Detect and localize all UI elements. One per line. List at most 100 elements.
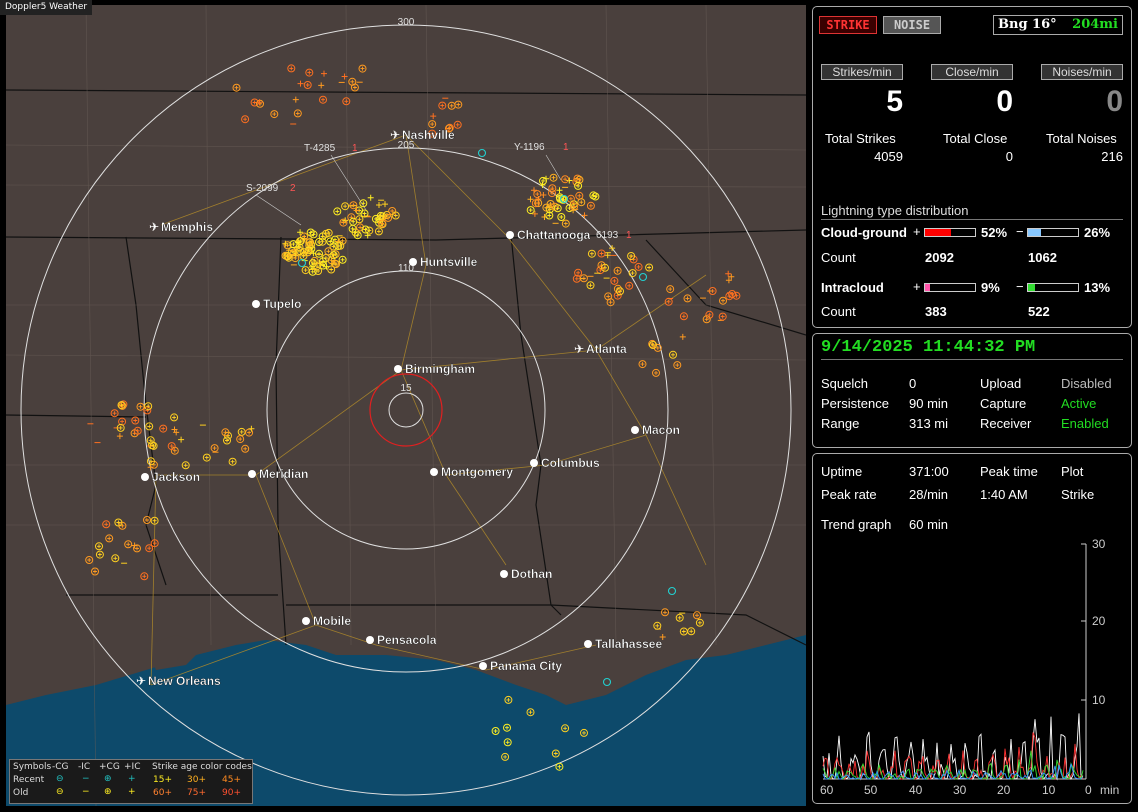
- peak-time-value: 1:40 AM: [980, 487, 1028, 502]
- bearing-readout: Bng 16° 204mi: [993, 15, 1123, 35]
- city-nashville: ✈ Nashville: [390, 128, 455, 142]
- city-dot: [584, 640, 592, 648]
- x-tick: 10: [1042, 783, 1056, 797]
- city-dot: [252, 300, 260, 308]
- age-recent-2: 30+: [187, 775, 206, 785]
- strike-button[interactable]: STRIKE: [819, 16, 877, 34]
- noise-button[interactable]: NOISE: [883, 16, 941, 34]
- upload-value: Disabled: [1061, 376, 1112, 391]
- plot-label: Plot: [1061, 464, 1084, 479]
- city-dot: [248, 470, 256, 478]
- uptime-value: 371:00: [909, 464, 949, 479]
- legend-neg-ic: -IC: [78, 762, 91, 772]
- city-dot: [506, 231, 514, 239]
- map-canvas[interactable]: 300 205 110 15 T-4285 1 Y-1196 1 S-2099 …: [6, 5, 806, 806]
- city-label: New Orleans: [148, 674, 221, 688]
- close-per-min-button[interactable]: Close/min: [931, 64, 1013, 80]
- city-label: Panama City: [490, 659, 562, 673]
- strikes-per-min-button[interactable]: Strikes/min: [821, 64, 903, 80]
- city-dot: [430, 468, 438, 476]
- city-memphis: ✈ Memphis: [149, 220, 214, 234]
- cg-positive-pct: 52%: [981, 225, 1008, 240]
- x-tick: 60: [820, 783, 834, 797]
- range-label: Range: [821, 416, 860, 431]
- persistence-value: 90 min: [909, 396, 949, 411]
- city-columbus: Columbus: [530, 456, 600, 470]
- city-dot: [302, 617, 310, 625]
- trend-graph: 30 20 10 60 50 40 30 20 10 0 min: [820, 537, 1119, 797]
- intracloud-label: Intracloud: [821, 280, 884, 295]
- ic-positive-count: 383: [925, 304, 947, 319]
- cg-negative-pct: 26%: [1084, 225, 1111, 240]
- city-panama-city: Panama City: [479, 659, 563, 673]
- city-label: Montgomery: [441, 465, 513, 479]
- app-title: Doppler5 Weather: [0, 0, 93, 15]
- ic-negative-count: 522: [1028, 304, 1050, 319]
- city-chattanooga: Chattanooga: [506, 228, 591, 242]
- city-label: Chattanooga: [517, 228, 591, 242]
- city-label: Memphis: [161, 220, 213, 234]
- legend-age-title: Strike age color codes: [152, 762, 252, 772]
- city-label: Birmingham: [405, 362, 475, 376]
- storm-count: 1: [352, 143, 358, 154]
- city-label: Huntsville: [420, 255, 478, 269]
- upload-label: Upload: [980, 376, 1022, 391]
- city-dot: [394, 365, 402, 373]
- city-dot: [141, 473, 149, 481]
- bearing-value: Bng 16°: [998, 17, 1057, 32]
- y-tick: 20: [1092, 614, 1106, 628]
- total-strikes-value: 4059: [874, 149, 903, 164]
- divider: [821, 359, 1123, 360]
- city-atlanta: ✈ Atlanta: [574, 342, 627, 356]
- status-panel: 9/14/2025 11:44:32 PM Squelch 0 Upload D…: [812, 333, 1132, 448]
- trend-graph-value: 60 min: [909, 517, 949, 532]
- y-tick: 10: [1092, 693, 1106, 707]
- receiver-value: Enabled: [1061, 416, 1109, 431]
- divider: [821, 219, 1123, 220]
- x-tick: 30: [953, 783, 967, 797]
- legend-pos-ic: +IC: [124, 762, 141, 772]
- x-tick: 40: [909, 783, 923, 797]
- pos-cg-old-icon: ⊕: [104, 787, 112, 797]
- city-birmingham: Birmingham: [394, 362, 475, 376]
- total-strikes-label: Total Strikes: [825, 131, 896, 146]
- legend-symbols-label: Symbols: [13, 762, 52, 772]
- city-label: Macon: [642, 423, 680, 437]
- lightning-map[interactable]: 300 205 110 15 T-4285 1 Y-1196 1 S-2099 …: [6, 5, 806, 806]
- city-label: Atlanta: [586, 342, 627, 356]
- squelch-label: Squelch: [821, 376, 868, 391]
- minus-icon: −: [1016, 224, 1024, 239]
- storm-count: 1: [563, 142, 569, 153]
- trend-panel: Uptime 371:00 Peak time Plot Peak rate 2…: [812, 453, 1132, 804]
- total-close-label: Total Close: [943, 131, 1008, 146]
- total-close-value: 0: [1005, 149, 1013, 164]
- ic-count-label: Count: [821, 304, 856, 319]
- age-old-3: 90+: [222, 788, 241, 798]
- neg-ic-old-icon: −: [82, 787, 90, 797]
- noises-per-min-button[interactable]: Noises/min: [1041, 64, 1123, 80]
- neg-cg-old-icon: ⊖: [56, 787, 64, 797]
- ic-positive-bar: [924, 283, 976, 292]
- city-pensacola: Pensacola: [366, 633, 437, 647]
- city-dot: [500, 570, 508, 578]
- city-label: Nashville: [402, 128, 455, 142]
- storm-id: S-2099: [246, 183, 279, 194]
- plot-value[interactable]: Strike: [1061, 487, 1094, 502]
- storm-count: 2: [290, 183, 296, 194]
- city-dot: [631, 426, 639, 434]
- airport-icon: ✈: [136, 674, 146, 688]
- legend-pos-cg: +CG: [99, 762, 120, 772]
- capture-value: Active: [1061, 396, 1097, 411]
- age-old-1: 60+: [153, 788, 172, 798]
- neg-cg-recent-icon: ⊖: [56, 774, 64, 784]
- peak-rate-label: Peak rate: [821, 487, 877, 502]
- airport-icon: ✈: [574, 342, 584, 356]
- strike-rate-panel: STRIKE NOISE Bng 16° 204mi Strikes/min C…: [812, 6, 1132, 328]
- close-per-min-value: 0: [996, 85, 1013, 118]
- distribution-title: Lightning type distribution: [821, 203, 969, 218]
- cg-negative-count: 1062: [1028, 250, 1057, 265]
- city-label: Tallahassee: [595, 637, 662, 651]
- strikes-per-min-value: 5: [886, 85, 903, 118]
- neg-ic-recent-icon: −: [82, 774, 90, 784]
- pos-ic-old-icon: +: [128, 787, 136, 797]
